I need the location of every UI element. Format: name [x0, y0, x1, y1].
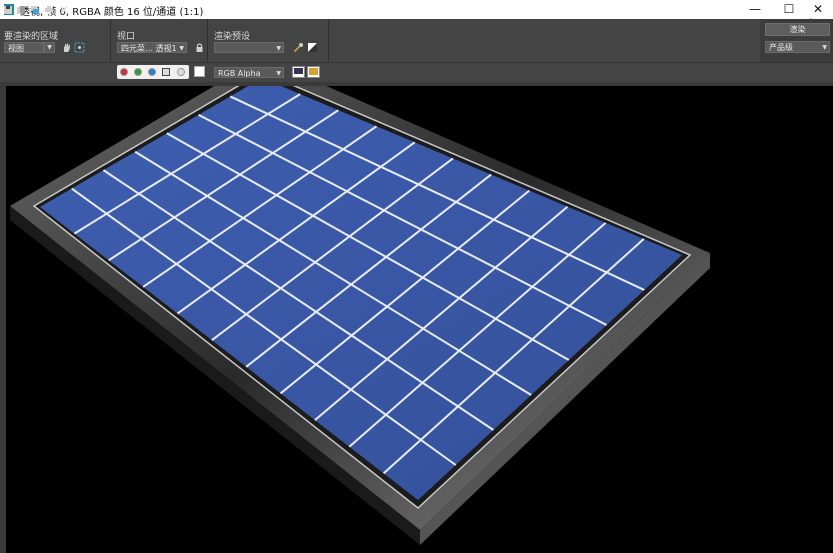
region-select-icon[interactable] [74, 42, 85, 53]
render-setup-icon[interactable] [293, 42, 304, 53]
lock-icon[interactable] [194, 42, 205, 53]
render-quality-combo[interactable]: 产品级 ▼ [765, 41, 830, 53]
background-color-swatch[interactable] [194, 66, 205, 77]
save-image-icon[interactable] [3, 5, 13, 15]
title-bar: 透视, 帧 0, RGBA 颜色 16 位/通道 (1:1) — ☐ ✕ [0, 0, 833, 19]
chevron-down-icon: ▼ [276, 70, 281, 77]
green-channel-toggle[interactable] [134, 68, 142, 76]
toggle-ui-icon[interactable] [307, 66, 320, 78]
blue-channel-toggle[interactable] [148, 68, 156, 76]
chevron-down-icon: ▼ [276, 45, 281, 52]
render-quality-value: 产品级 [769, 43, 793, 52]
toolbar-separator [207, 19, 208, 62]
toolbar-separator [110, 19, 111, 62]
copy-image-icon[interactable] [16, 5, 26, 15]
rendered-image-viewport[interactable] [6, 86, 833, 553]
display-channel-combo[interactable]: RGB Alpha ▼ [214, 67, 284, 78]
toolbar-separator [328, 19, 329, 62]
clone-window-icon[interactable] [30, 5, 40, 15]
display-channel-value: RGB Alpha [218, 69, 261, 78]
monochrome-toggle[interactable] [177, 68, 185, 76]
render-preset-label: 渲染预设 [214, 32, 251, 42]
print-icon[interactable] [44, 5, 54, 15]
environment-effects-icon[interactable] [307, 42, 318, 53]
red-channel-toggle[interactable] [120, 68, 128, 76]
viewport-value: 四元菜… 透视1 [121, 44, 177, 53]
solar-panel-render [10, 86, 710, 545]
hand-pan-icon[interactable] [61, 42, 72, 53]
viewport-label: 视口 [117, 32, 136, 42]
area-to-render-combo[interactable]: 视图 [4, 42, 44, 53]
minimize-button[interactable]: — [738, 0, 772, 19]
chevron-down-icon: ▼ [822, 44, 827, 51]
close-button[interactable]: ✕ [801, 0, 833, 19]
alpha-channel-toggle[interactable] [162, 68, 170, 76]
clear-icon[interactable] [59, 5, 69, 15]
chevron-down-icon: ▼ [179, 45, 184, 52]
render-preset-combo[interactable]: ▼ [214, 42, 284, 53]
area-to-render-value: 视图 [8, 44, 24, 53]
area-dropdown-button[interactable]: ▼ [44, 42, 55, 53]
render-button[interactable]: 渲染 [765, 23, 830, 36]
area-to-render-label: 要渲染的区域 [4, 32, 59, 42]
toggle-ui-overlay-icon[interactable] [292, 66, 305, 78]
viewport-combo[interactable]: 四元菜… 透视1 ▼ [117, 42, 187, 53]
